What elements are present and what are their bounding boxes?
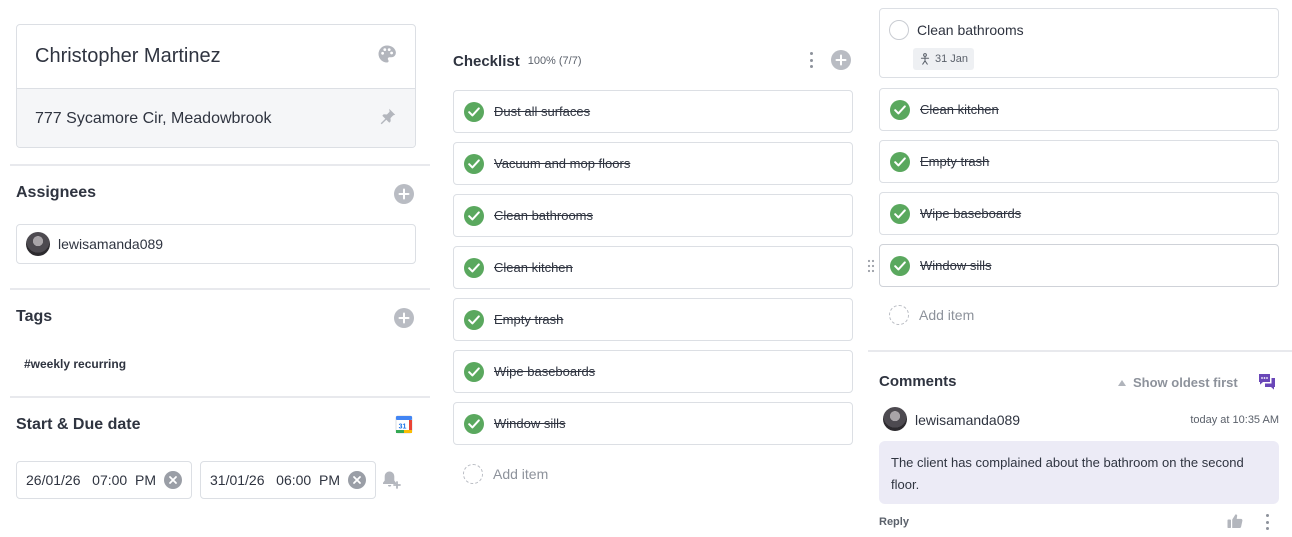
comment-timestamp: today at 10:35 AM	[1190, 414, 1279, 426]
checklist-item-label: Empty trash	[494, 312, 564, 327]
client-name-row[interactable]: Christopher Martinez	[17, 25, 415, 89]
checklist-item-label: Empty trash	[920, 154, 990, 169]
checklist-item[interactable]: Empty trash	[879, 140, 1279, 183]
checklist-item-label: Clean kitchen	[494, 260, 573, 275]
checked-icon[interactable]	[464, 413, 484, 434]
caret-up-icon	[1118, 379, 1126, 386]
checked-icon[interactable]	[890, 99, 910, 120]
close-icon	[353, 476, 361, 484]
comments-title: Comments	[879, 373, 957, 390]
plus-icon	[835, 54, 847, 66]
checklist-item-label: Clean kitchen	[920, 102, 999, 117]
assignee-chip[interactable]: lewisamanda089	[16, 224, 416, 264]
checked-icon[interactable]	[464, 205, 484, 226]
checklist-item[interactable]: Window sills	[453, 402, 853, 445]
checklist-progress: 100% (7/7)	[527, 55, 582, 67]
add-item-label: Add item	[919, 307, 975, 323]
tag-weekly-recurring[interactable]: #weekly recurring	[24, 357, 126, 371]
comment-author-avatar	[883, 407, 907, 431]
divider	[10, 288, 430, 290]
checklist-title: Checklist	[453, 52, 520, 70]
client-address-row[interactable]: 777 Sycamore Cir, Meadowbrook	[17, 89, 415, 147]
comment-bubble: The client has complained about the bath…	[879, 441, 1279, 504]
checked-icon[interactable]	[890, 203, 910, 224]
person-icon	[920, 53, 930, 65]
divider	[868, 350, 1292, 352]
dashed-circle-icon	[889, 305, 909, 325]
due-date-chip[interactable]: 31 Jan	[913, 48, 975, 70]
client-address: 777 Sycamore Cir, Meadowbrook	[35, 109, 272, 127]
divider	[10, 164, 430, 166]
add-item-label: Add item	[493, 466, 549, 482]
google-calendar-icon[interactable]: 31	[395, 414, 413, 434]
svg-text:31: 31	[399, 424, 407, 431]
checked-icon[interactable]	[464, 361, 484, 382]
add-tag-button[interactable]	[394, 308, 414, 328]
comment-menu-icon[interactable]	[1265, 514, 1269, 530]
checked-icon[interactable]	[464, 153, 484, 174]
checklist-item-label: Window sills	[920, 258, 992, 273]
thumbs-up-icon[interactable]	[1226, 512, 1244, 530]
checked-icon[interactable]	[464, 101, 484, 122]
comment-text: The client has complained about the bath…	[891, 455, 1244, 492]
checklist-menu-icon[interactable]	[809, 52, 813, 68]
avatar	[26, 232, 50, 256]
dates-title: Start & Due date	[16, 416, 141, 433]
checked-icon[interactable]	[464, 309, 484, 330]
add-item-button[interactable]: Add item	[463, 464, 548, 484]
assignee-username: lewisamanda089	[58, 236, 164, 252]
checklist-header: Checklist 100% (7/7)	[453, 50, 853, 72]
plus-icon	[398, 188, 410, 200]
checklist-item[interactable]: Dust all surfaces	[453, 90, 853, 133]
comment-author: lewisamanda089	[915, 412, 1021, 428]
checklist-item[interactable]: Vacuum and mop floors	[453, 142, 853, 185]
add-checklist-item-button[interactable]	[831, 50, 851, 70]
divider	[10, 396, 430, 398]
sort-comments-button[interactable]: Show oldest first	[1118, 375, 1238, 390]
close-icon	[169, 476, 177, 484]
checklist-item-label: Wipe baseboards	[920, 206, 1022, 221]
add-item-button[interactable]: Add item	[889, 305, 974, 325]
dashed-circle-icon	[463, 464, 483, 484]
checklist-item[interactable]: Wipe baseboards	[453, 350, 853, 393]
checklist-item[interactable]: Window sills	[879, 244, 1279, 287]
tags-title: Tags	[16, 308, 53, 325]
checklist-item[interactable]: Clean kitchen	[879, 88, 1279, 131]
checked-icon[interactable]	[890, 151, 910, 172]
palette-icon[interactable]	[377, 44, 397, 69]
reminder-bell-plus-icon[interactable]	[381, 469, 401, 489]
unchecked-circle-icon[interactable]	[889, 20, 909, 40]
start-date-value: 26/01/26 07:00 PM	[26, 472, 156, 488]
checklist-item[interactable]: Clean bathrooms	[453, 194, 853, 237]
checklist-item-pending[interactable]: Clean bathrooms 31 Jan	[879, 8, 1279, 78]
plus-icon	[398, 312, 410, 324]
checked-icon[interactable]	[464, 257, 484, 278]
checklist-item[interactable]: Empty trash	[453, 298, 853, 341]
reply-button[interactable]: Reply	[879, 516, 909, 528]
pin-icon[interactable]	[379, 107, 397, 130]
checked-icon[interactable]	[890, 255, 910, 276]
clear-due-date-button[interactable]	[348, 471, 366, 489]
add-assignee-button[interactable]	[394, 184, 414, 204]
checklist-item[interactable]: Clean kitchen	[453, 246, 853, 289]
comments-icon[interactable]	[1257, 372, 1277, 392]
checklist-item-label: Wipe baseboards	[494, 364, 596, 379]
due-date-value: 31/01/26 06:00 PM	[210, 472, 340, 488]
checklist-item-label: Window sills	[494, 416, 566, 431]
checklist-item-label: Clean bathrooms	[917, 22, 1024, 38]
client-card: Christopher Martinez 777 Sycamore Cir, M…	[16, 24, 416, 148]
checklist-item-label: Dust all surfaces	[494, 104, 591, 119]
checklist-item-label: Clean bathrooms	[494, 208, 593, 223]
client-name: Christopher Martinez	[35, 45, 221, 67]
clear-start-date-button[interactable]	[164, 471, 182, 489]
checklist-item[interactable]: Wipe baseboards	[879, 192, 1279, 235]
assignees-title: Assignees	[16, 184, 97, 201]
sort-comments-label: Show oldest first	[1133, 375, 1238, 390]
drag-handle-icon[interactable]	[867, 259, 875, 273]
start-date-field[interactable]: 26/01/26 07:00 PM	[16, 461, 192, 499]
checklist-item-label: Vacuum and mop floors	[494, 156, 631, 171]
due-date-field[interactable]: 31/01/26 06:00 PM	[200, 461, 376, 499]
due-date-chip-label: 31 Jan	[935, 53, 969, 65]
